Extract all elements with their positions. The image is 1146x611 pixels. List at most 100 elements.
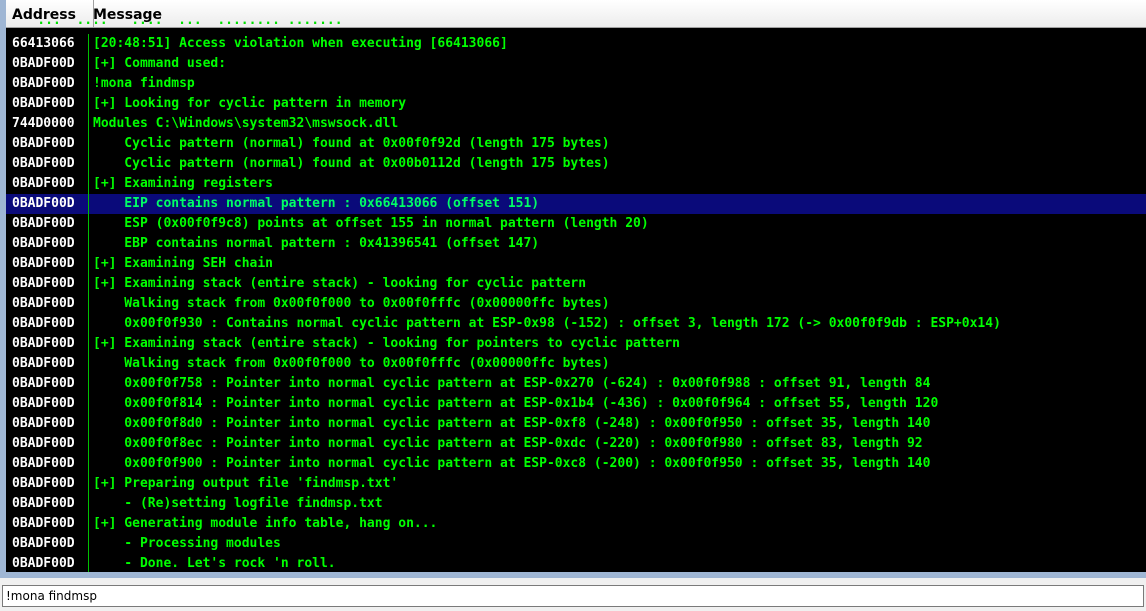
log-row-message: 0x00f0f900 : Pointer into normal cyclic …	[93, 456, 931, 471]
column-divider	[88, 54, 89, 74]
log-row-address: 0BADF00D	[12, 376, 75, 391]
log-row-message: [+] Generating module info table, hang o…	[93, 516, 438, 531]
log-row-message: [+] Preparing output file 'findmsp.txt'	[93, 476, 399, 491]
column-divider	[88, 474, 89, 494]
command-input[interactable]: !mona findmsp	[2, 585, 1144, 607]
log-row-message: - Processing modules	[93, 536, 281, 551]
log-row-message: Walking stack from 0x00f0f000 to 0x00f0f…	[93, 296, 610, 311]
log-row[interactable]: 0BADF00D !mona findmsp	[6, 74, 1146, 94]
log-row-address: 0BADF00D	[12, 56, 75, 71]
log-row[interactable]: 0BADF00D - Done. Let's rock 'n roll.	[6, 554, 1146, 574]
column-divider	[88, 174, 89, 194]
column-divider	[88, 434, 89, 454]
log-row[interactable]: 0BADF00D 0x00f0f8ec : Pointer into norma…	[6, 434, 1146, 454]
log-row[interactable]: 0BADF00D 0x00f0f758 : Pointer into norma…	[6, 374, 1146, 394]
column-divider	[88, 254, 89, 274]
column-divider	[88, 134, 89, 154]
log-row-message: [20:48:51] Access violation when executi…	[93, 36, 508, 51]
log-window: Address Message ... .... .... ... ......…	[0, 0, 1146, 578]
log-row[interactable]: 66413066 [20:48:51] Access violation when…	[6, 34, 1146, 54]
log-row-address: 744D0000	[12, 116, 75, 131]
log-row-address: 0BADF00D	[12, 556, 75, 571]
log-row[interactable]: 0BADF00D [+] Generating module info table…	[6, 514, 1146, 534]
log-row[interactable]: 0BADF00D [+] Preparing output file 'findm…	[6, 474, 1146, 494]
log-row[interactable]: 0BADF00D 0x00f0f8d0 : Pointer into norma…	[6, 414, 1146, 434]
log-row-message: [+] Command used:	[93, 56, 227, 71]
column-divider	[88, 554, 89, 574]
log-row[interactable]: 0BADF00D Walking stack from 0x00f0f000 t…	[6, 294, 1146, 314]
log-row-address: 0BADF00D	[12, 296, 75, 311]
window-bottom-border	[6, 572, 1146, 578]
log-row[interactable]: 0BADF00D Cyclic pattern (normal) found a…	[6, 154, 1146, 174]
partial-log-row: ... .... .... ... ........ .......	[6, 13, 343, 28]
log-row[interactable]: 0BADF00D EIP contains normal pattern : 0…	[6, 194, 1146, 214]
column-divider	[88, 374, 89, 394]
log-row[interactable]: 0BADF00D - Processing modules	[6, 534, 1146, 554]
log-row-address: 0BADF00D	[12, 516, 75, 531]
log-row-message: [+] Examining registers	[93, 176, 274, 191]
log-row-address: 0BADF00D	[12, 236, 75, 251]
log-row[interactable]: 0BADF00D [+] Command used:	[6, 54, 1146, 74]
column-divider	[88, 414, 89, 434]
log-row-address: 0BADF00D	[12, 256, 75, 271]
column-divider	[88, 454, 89, 474]
column-divider	[88, 334, 89, 354]
log-row-address: 0BADF00D	[12, 496, 75, 511]
log-row[interactable]: 744D0000 Modules C:\Windows\system32\msws…	[6, 114, 1146, 134]
log-row-message: 0x00f0f814 : Pointer into normal cyclic …	[93, 396, 939, 411]
log-row-message: - (Re)setting logfile findmsp.txt	[93, 496, 383, 511]
log-row-message: ESP (0x00f0f9c8) points at offset 155 in…	[93, 216, 649, 231]
column-divider	[88, 114, 89, 134]
column-divider	[88, 314, 89, 334]
log-rows[interactable]: ... .... .... ... ........ ....... 66413…	[6, 13, 1146, 578]
log-row[interactable]: 0BADF00D [+] Examining stack (entire stac…	[6, 274, 1146, 294]
log-row-message: Walking stack from 0x00f0f000 to 0x00f0f…	[93, 356, 610, 371]
log-row-message: 0x00f0f758 : Pointer into normal cyclic …	[93, 376, 931, 391]
log-row-address: 0BADF00D	[12, 216, 75, 231]
log-row-address: 0BADF00D	[12, 96, 75, 111]
column-divider	[88, 74, 89, 94]
log-row[interactable]: 0BADF00D Cyclic pattern (normal) found a…	[6, 134, 1146, 154]
log-row-message: !mona findmsp	[93, 76, 195, 91]
log-row[interactable]: 0BADF00D [+] Looking for cyclic pattern i…	[6, 94, 1146, 114]
log-row-address: 0BADF00D	[12, 276, 75, 291]
log-row-address: 0BADF00D	[12, 336, 75, 351]
column-divider	[88, 354, 89, 374]
log-row[interactable]: 0BADF00D [+] Examining SEH chain	[6, 254, 1146, 274]
column-divider	[88, 534, 89, 554]
log-row-address: 0BADF00D	[12, 396, 75, 411]
log-row-message: 0x00f0f8d0 : Pointer into normal cyclic …	[93, 416, 931, 431]
log-row[interactable]: 0BADF00D [+] Examining registers	[6, 174, 1146, 194]
log-row-message: [+] Examining stack (entire stack) - loo…	[93, 336, 680, 351]
log-row-address: 0BADF00D	[12, 136, 75, 151]
column-divider	[88, 214, 89, 234]
log-row-message: 0x00f0f930 : Contains normal cyclic patt…	[93, 316, 1001, 331]
log-row-message: [+] Examining stack (entire stack) - loo…	[93, 276, 587, 291]
log-row[interactable]: 0BADF00D Walking stack from 0x00f0f000 t…	[6, 354, 1146, 374]
log-row-address: 0BADF00D	[12, 176, 75, 191]
log-row-address: 0BADF00D	[12, 456, 75, 471]
column-divider	[88, 154, 89, 174]
column-divider	[88, 234, 89, 254]
log-row[interactable]: 0BADF00D 0x00f0f900 : Pointer into norma…	[6, 454, 1146, 474]
log-row-address: 0BADF00D	[12, 536, 75, 551]
log-row-address: 0BADF00D	[12, 316, 75, 331]
log-row-message: 0x00f0f8ec : Pointer into normal cyclic …	[93, 436, 923, 451]
log-row[interactable]: 0BADF00D 0x00f0f814 : Pointer into norma…	[6, 394, 1146, 414]
log-row-address: 0BADF00D	[12, 416, 75, 431]
log-row-address: 0BADF00D	[12, 76, 75, 91]
log-row-message: [+] Examining SEH chain	[93, 256, 274, 271]
column-divider	[88, 274, 89, 294]
log-row[interactable]: 0BADF00D [+] Examining stack (entire stac…	[6, 334, 1146, 354]
command-bar: !mona findmsp	[0, 580, 1146, 611]
column-divider	[88, 294, 89, 314]
column-divider	[88, 194, 89, 214]
log-row[interactable]: 0BADF00D 0x00f0f930 : Contains normal cy…	[6, 314, 1146, 334]
log-row-message: - Done. Let's rock 'n roll.	[93, 556, 336, 571]
log-row[interactable]: 0BADF00D - (Re)setting logfile findmsp.t…	[6, 494, 1146, 514]
log-row[interactable]: 0BADF00D EBP contains normal pattern : 0…	[6, 234, 1146, 254]
log-row[interactable]: 0BADF00D ESP (0x00f0f9c8) points at offs…	[6, 214, 1146, 234]
log-row-message: Cyclic pattern (normal) found at 0x00b01…	[93, 156, 610, 171]
log-row-address: 0BADF00D	[12, 436, 75, 451]
log-row-address: 66413066	[12, 36, 75, 51]
